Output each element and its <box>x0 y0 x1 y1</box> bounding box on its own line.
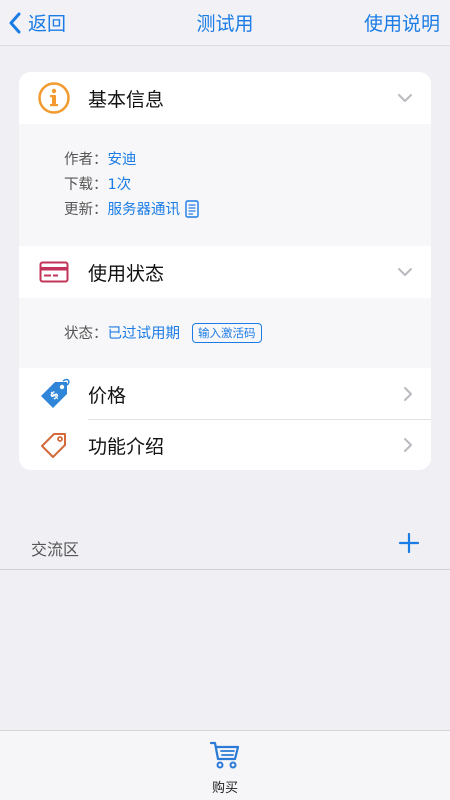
price-row[interactable]: $ 价格 <box>19 368 431 420</box>
info-icon <box>36 80 72 116</box>
community-title: 交流区 <box>31 540 80 559</box>
features-row[interactable]: 功能介绍 <box>19 420 431 470</box>
chevron-down-icon <box>398 268 412 276</box>
features-title: 功能介绍 <box>88 435 165 458</box>
author-key: 作者： <box>64 152 108 168</box>
author-line: 作者： 安迪 <box>64 148 137 169</box>
document-icon[interactable] <box>185 199 199 218</box>
tab-buy-label: 购买 <box>211 781 238 796</box>
author-value[interactable]: 安迪 <box>108 148 137 169</box>
basic-info-row[interactable]: 基本信息 <box>19 72 431 124</box>
usage-status-details: 状态： 已过试用期 输入激活码 <box>19 298 431 368</box>
basic-info-details: 作者： 安迪 下载： 1次 更新： 服务器通讯 <box>19 124 431 246</box>
downloads-line: 下载： 1次 <box>64 173 131 194</box>
status-line: 状态： 已过试用期 输入激活码 <box>64 322 262 343</box>
tab-buy[interactable]: 购买 <box>195 739 255 796</box>
tab-bar: 购买 <box>0 730 450 800</box>
plus-icon[interactable] <box>398 532 420 558</box>
chevron-right-icon <box>404 387 412 401</box>
chevron-down-icon <box>398 94 412 102</box>
price-title: 价格 <box>88 384 127 407</box>
update-line: 更新： 服务器通讯 <box>64 198 199 219</box>
cart-icon <box>209 741 240 769</box>
status-value: 已过试用期 <box>107 326 181 342</box>
chevron-right-icon <box>404 438 412 452</box>
price-tag-icon: $ <box>36 376 72 412</box>
update-key: 更新： <box>64 202 108 218</box>
basic-info-title: 基本信息 <box>88 88 165 111</box>
usage-status-title: 使用状态 <box>88 262 165 285</box>
credit-card-icon <box>36 254 72 290</box>
downloads-value: 1次 <box>107 177 132 193</box>
instructions-button[interactable]: 使用说明 <box>364 9 440 36</box>
activate-code-button[interactable]: 输入激活码 <box>192 322 262 343</box>
tag-outline-icon <box>36 427 72 463</box>
chevron-left-icon <box>9 12 21 33</box>
info-card: 基本信息 作者： 安迪 下载： 1次 更新： 服务器通讯 使用状态 状态： 已过… <box>19 72 431 470</box>
downloads-key: 下载： <box>64 177 108 193</box>
community-section-header: 交流区 <box>0 522 450 570</box>
back-button[interactable]: 返回 <box>8 9 66 36</box>
usage-status-row[interactable]: 使用状态 <box>19 246 431 298</box>
update-value[interactable]: 服务器通讯 <box>108 198 181 219</box>
navigation-bar: 返回 测试用 使用说明 <box>0 0 450 46</box>
status-key: 状态： <box>64 326 108 342</box>
back-label: 返回 <box>28 13 67 35</box>
